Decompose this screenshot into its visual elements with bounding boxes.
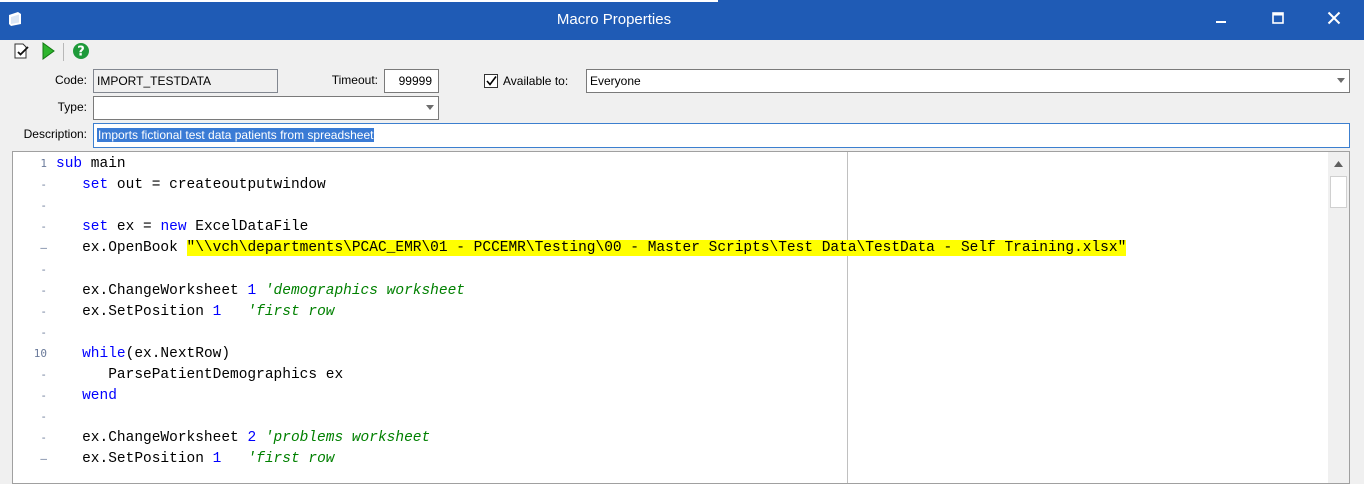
- code-comment: 'problems worksheet: [264, 430, 431, 447]
- help-button[interactable]: ?: [71, 42, 91, 62]
- description-field[interactable]: Imports fictional test data patients fro…: [93, 123, 1350, 148]
- vertical-scrollbar[interactable]: [1328, 152, 1349, 483]
- chevron-up-icon: [1334, 155, 1343, 170]
- code-comment: 'first row: [247, 303, 335, 320]
- line-marker: -: [40, 410, 47, 424]
- available-to-checkbox[interactable]: [484, 74, 498, 88]
- check-document-icon: [12, 42, 30, 63]
- code-text: out = createoutputwindow: [108, 177, 326, 194]
- minimize-button[interactable]: [1198, 4, 1244, 34]
- timeout-field[interactable]: 99999: [384, 69, 439, 93]
- code-text: ex.ChangeWorksheet: [56, 282, 248, 299]
- line-marker: -: [40, 220, 47, 234]
- code-line: ex.ChangeWorksheet 1 'demographics works…: [56, 281, 465, 301]
- code-number: 2: [247, 430, 257, 447]
- code-comment: 'first row: [247, 451, 335, 468]
- line-marker: -: [40, 325, 47, 339]
- maximize-icon: [1272, 11, 1284, 27]
- type-select[interactable]: [93, 96, 439, 120]
- code-text: ExcelDataFile: [186, 219, 309, 236]
- code-line: while(ex.NextRow): [56, 344, 230, 364]
- toolbar-separator: [63, 43, 64, 61]
- available-to-value: Everyone: [590, 74, 641, 88]
- code-text: ParsePatientDemographics ex: [56, 367, 344, 383]
- code-line: wend: [56, 386, 117, 406]
- code-text: (ex.NextRow): [125, 345, 231, 362]
- description-label: Description:: [23, 127, 87, 141]
- available-to-select[interactable]: Everyone: [586, 69, 1350, 93]
- scroll-thumb[interactable]: [1330, 176, 1347, 208]
- code-area[interactable]: sub main set out = createoutputwindow se…: [56, 152, 1327, 483]
- line-marker: –: [40, 452, 47, 466]
- line-marker: 1: [40, 157, 47, 170]
- code-text: ex.OpenBook: [56, 240, 187, 257]
- description-value: Imports fictional test data patients fro…: [97, 128, 375, 142]
- code-string: "\\vch\departments\PCAC_EMR\01 - PCCEMR\…: [186, 240, 1127, 257]
- code-label: Code:: [54, 73, 87, 87]
- line-marker: -: [40, 431, 47, 445]
- line-marker: -: [40, 389, 47, 403]
- title-bar: Macro Properties: [0, 0, 1364, 40]
- chevron-down-icon: [1337, 78, 1345, 83]
- type-label: Type:: [57, 100, 87, 114]
- available-to-label: Available to:: [503, 74, 569, 88]
- svg-text:?: ?: [77, 44, 85, 59]
- close-button[interactable]: [1311, 4, 1357, 34]
- timeout-label: Timeout:: [331, 73, 378, 87]
- run-button[interactable]: [38, 41, 58, 63]
- code-line: set out = createoutputwindow: [56, 175, 326, 195]
- line-marker: –: [40, 241, 47, 255]
- chevron-down-icon: [426, 105, 434, 110]
- code-keyword: set: [82, 219, 109, 236]
- code-keyword: set: [82, 177, 109, 194]
- code-keyword: sub: [56, 156, 83, 172]
- code-comment: 'demographics worksheet: [264, 282, 465, 299]
- run-icon: [40, 41, 56, 63]
- line-marker: -: [40, 304, 47, 318]
- check-syntax-button[interactable]: [11, 42, 31, 62]
- code-line: set ex = new ExcelDataFile: [56, 217, 308, 237]
- code-editor[interactable]: 1 - - - – - - - - 10 - - - - – sub main set out = crea…: [12, 151, 1350, 484]
- code-line: ParsePatientDemographics ex: [56, 365, 343, 385]
- code-text: main: [82, 156, 126, 172]
- code-text: ex.SetPosition: [56, 303, 213, 320]
- line-number-gutter: 1 - - - – - - - - 10 - - - - –: [13, 152, 51, 483]
- toolbar: ?: [0, 40, 1364, 64]
- minimize-icon: [1215, 12, 1227, 27]
- code-field[interactable]: IMPORT_TESTDATA: [93, 69, 278, 93]
- code-number: 1: [247, 282, 257, 299]
- code-text: ex.ChangeWorksheet: [56, 430, 248, 447]
- code-line: ex.SetPosition 1 'first row: [56, 449, 334, 469]
- code-line: sub main: [56, 154, 126, 174]
- line-marker: 10: [33, 346, 47, 360]
- code-keyword: wend: [82, 388, 117, 405]
- window-title: Macro Properties: [556, 11, 672, 28]
- code-line: ex.OpenBook "\\vch\departments\PCAC_EMR\…: [56, 238, 1127, 258]
- code-line: ex.SetPosition 1 'first row: [56, 302, 334, 322]
- code-text: ex =: [108, 219, 161, 236]
- code-keyword: new: [160, 219, 187, 236]
- line-marker: -: [40, 199, 47, 213]
- scroll-up-button[interactable]: [1328, 152, 1349, 173]
- maximize-button[interactable]: [1255, 4, 1301, 34]
- title-bar-edge: [0, 0, 718, 2]
- line-marker: -: [40, 178, 47, 192]
- help-icon: ?: [72, 42, 90, 63]
- line-marker: -: [40, 368, 47, 381]
- line-marker: -: [40, 262, 47, 276]
- code-line: ex.ChangeWorksheet 2 'problems worksheet: [56, 428, 430, 448]
- code-text: ex.SetPosition: [56, 451, 213, 468]
- close-icon: [1327, 11, 1341, 28]
- code-keyword: while: [82, 345, 126, 362]
- line-marker: -: [40, 283, 47, 297]
